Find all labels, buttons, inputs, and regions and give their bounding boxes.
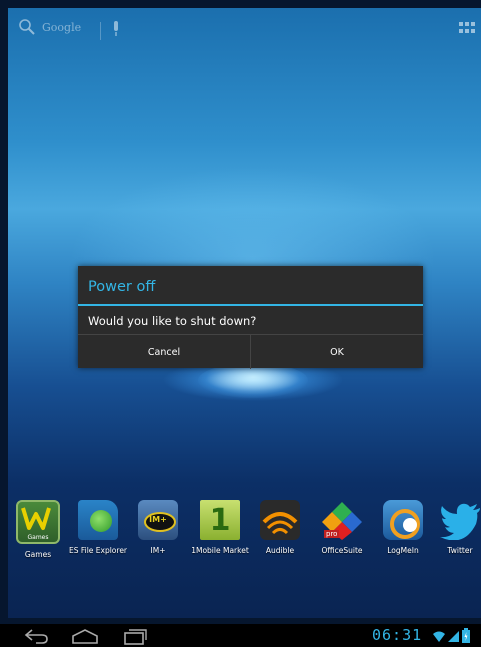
app-im-plus[interactable]: IM+ IM+	[126, 500, 190, 555]
dialog-message: Would you like to shut down?	[88, 314, 257, 328]
all-apps-icon[interactable]	[459, 22, 475, 34]
recent-apps-icon[interactable]	[122, 627, 148, 645]
search-icon	[19, 19, 35, 35]
app-officesuite[interactable]: pro OfficeSuite	[310, 500, 374, 555]
es-file-explorer-icon	[78, 500, 118, 540]
app-es-file-explorer[interactable]: ES File Explorer	[66, 500, 130, 555]
logmein-icon	[383, 500, 423, 540]
back-icon[interactable]	[22, 627, 50, 645]
home-icon[interactable]	[70, 627, 100, 645]
app-games[interactable]: Games Games	[6, 500, 70, 559]
cancel-button[interactable]: Cancel	[78, 335, 250, 369]
app-label: ES File Explorer	[68, 546, 128, 555]
1mobile-market-icon: 1	[200, 500, 240, 540]
app-label: Twitter	[447, 546, 473, 555]
app-dock: Games Games ES File Explorer IM+ IM+ 1 1…	[8, 500, 481, 570]
status-clock[interactable]: 06:31	[372, 626, 422, 644]
battery-icon	[462, 628, 470, 643]
system-nav-bar: 06:31	[0, 624, 481, 647]
app-1mobile-market[interactable]: 1 1Mobile Market	[188, 500, 252, 555]
games-icon: Games	[16, 500, 60, 544]
app-twitter[interactable]: Twitter	[428, 500, 481, 555]
microphone-icon[interactable]	[111, 20, 121, 38]
app-audible[interactable]: Audible	[248, 500, 312, 555]
power-off-dialog: Power off Would you like to shut down? C…	[78, 266, 423, 369]
app-logmein[interactable]: LogMeIn	[371, 500, 435, 555]
search-divider	[100, 22, 101, 40]
ok-button[interactable]: OK	[250, 335, 423, 369]
app-label: LogMeIn	[387, 546, 419, 555]
officesuite-icon-badge: pro	[324, 530, 340, 538]
app-label: IM+	[150, 546, 166, 555]
google-search-box[interactable]: Google	[18, 18, 81, 36]
top-search-bar: Google	[8, 8, 481, 48]
audible-icon	[260, 500, 300, 540]
1mobile-market-icon-badge: 1	[209, 503, 231, 538]
status-icons[interactable]	[432, 628, 470, 643]
dialog-title: Power off	[88, 279, 156, 295]
dialog-button-bar: Cancel OK	[78, 334, 423, 369]
games-icon-badge: Games	[27, 534, 49, 541]
app-label: OfficeSuite	[321, 546, 363, 555]
officesuite-icon: pro	[322, 500, 362, 540]
app-label: 1Mobile Market	[191, 546, 249, 555]
app-label: Games	[24, 550, 52, 559]
dialog-title-divider	[78, 304, 423, 306]
im-plus-icon: IM+	[138, 500, 178, 540]
signal-icon	[448, 631, 459, 642]
search-label: Google	[42, 20, 82, 34]
app-label: Audible	[265, 546, 295, 555]
wifi-icon	[433, 631, 445, 642]
twitter-icon	[440, 500, 480, 541]
im-plus-icon-badge: IM+	[149, 515, 167, 524]
